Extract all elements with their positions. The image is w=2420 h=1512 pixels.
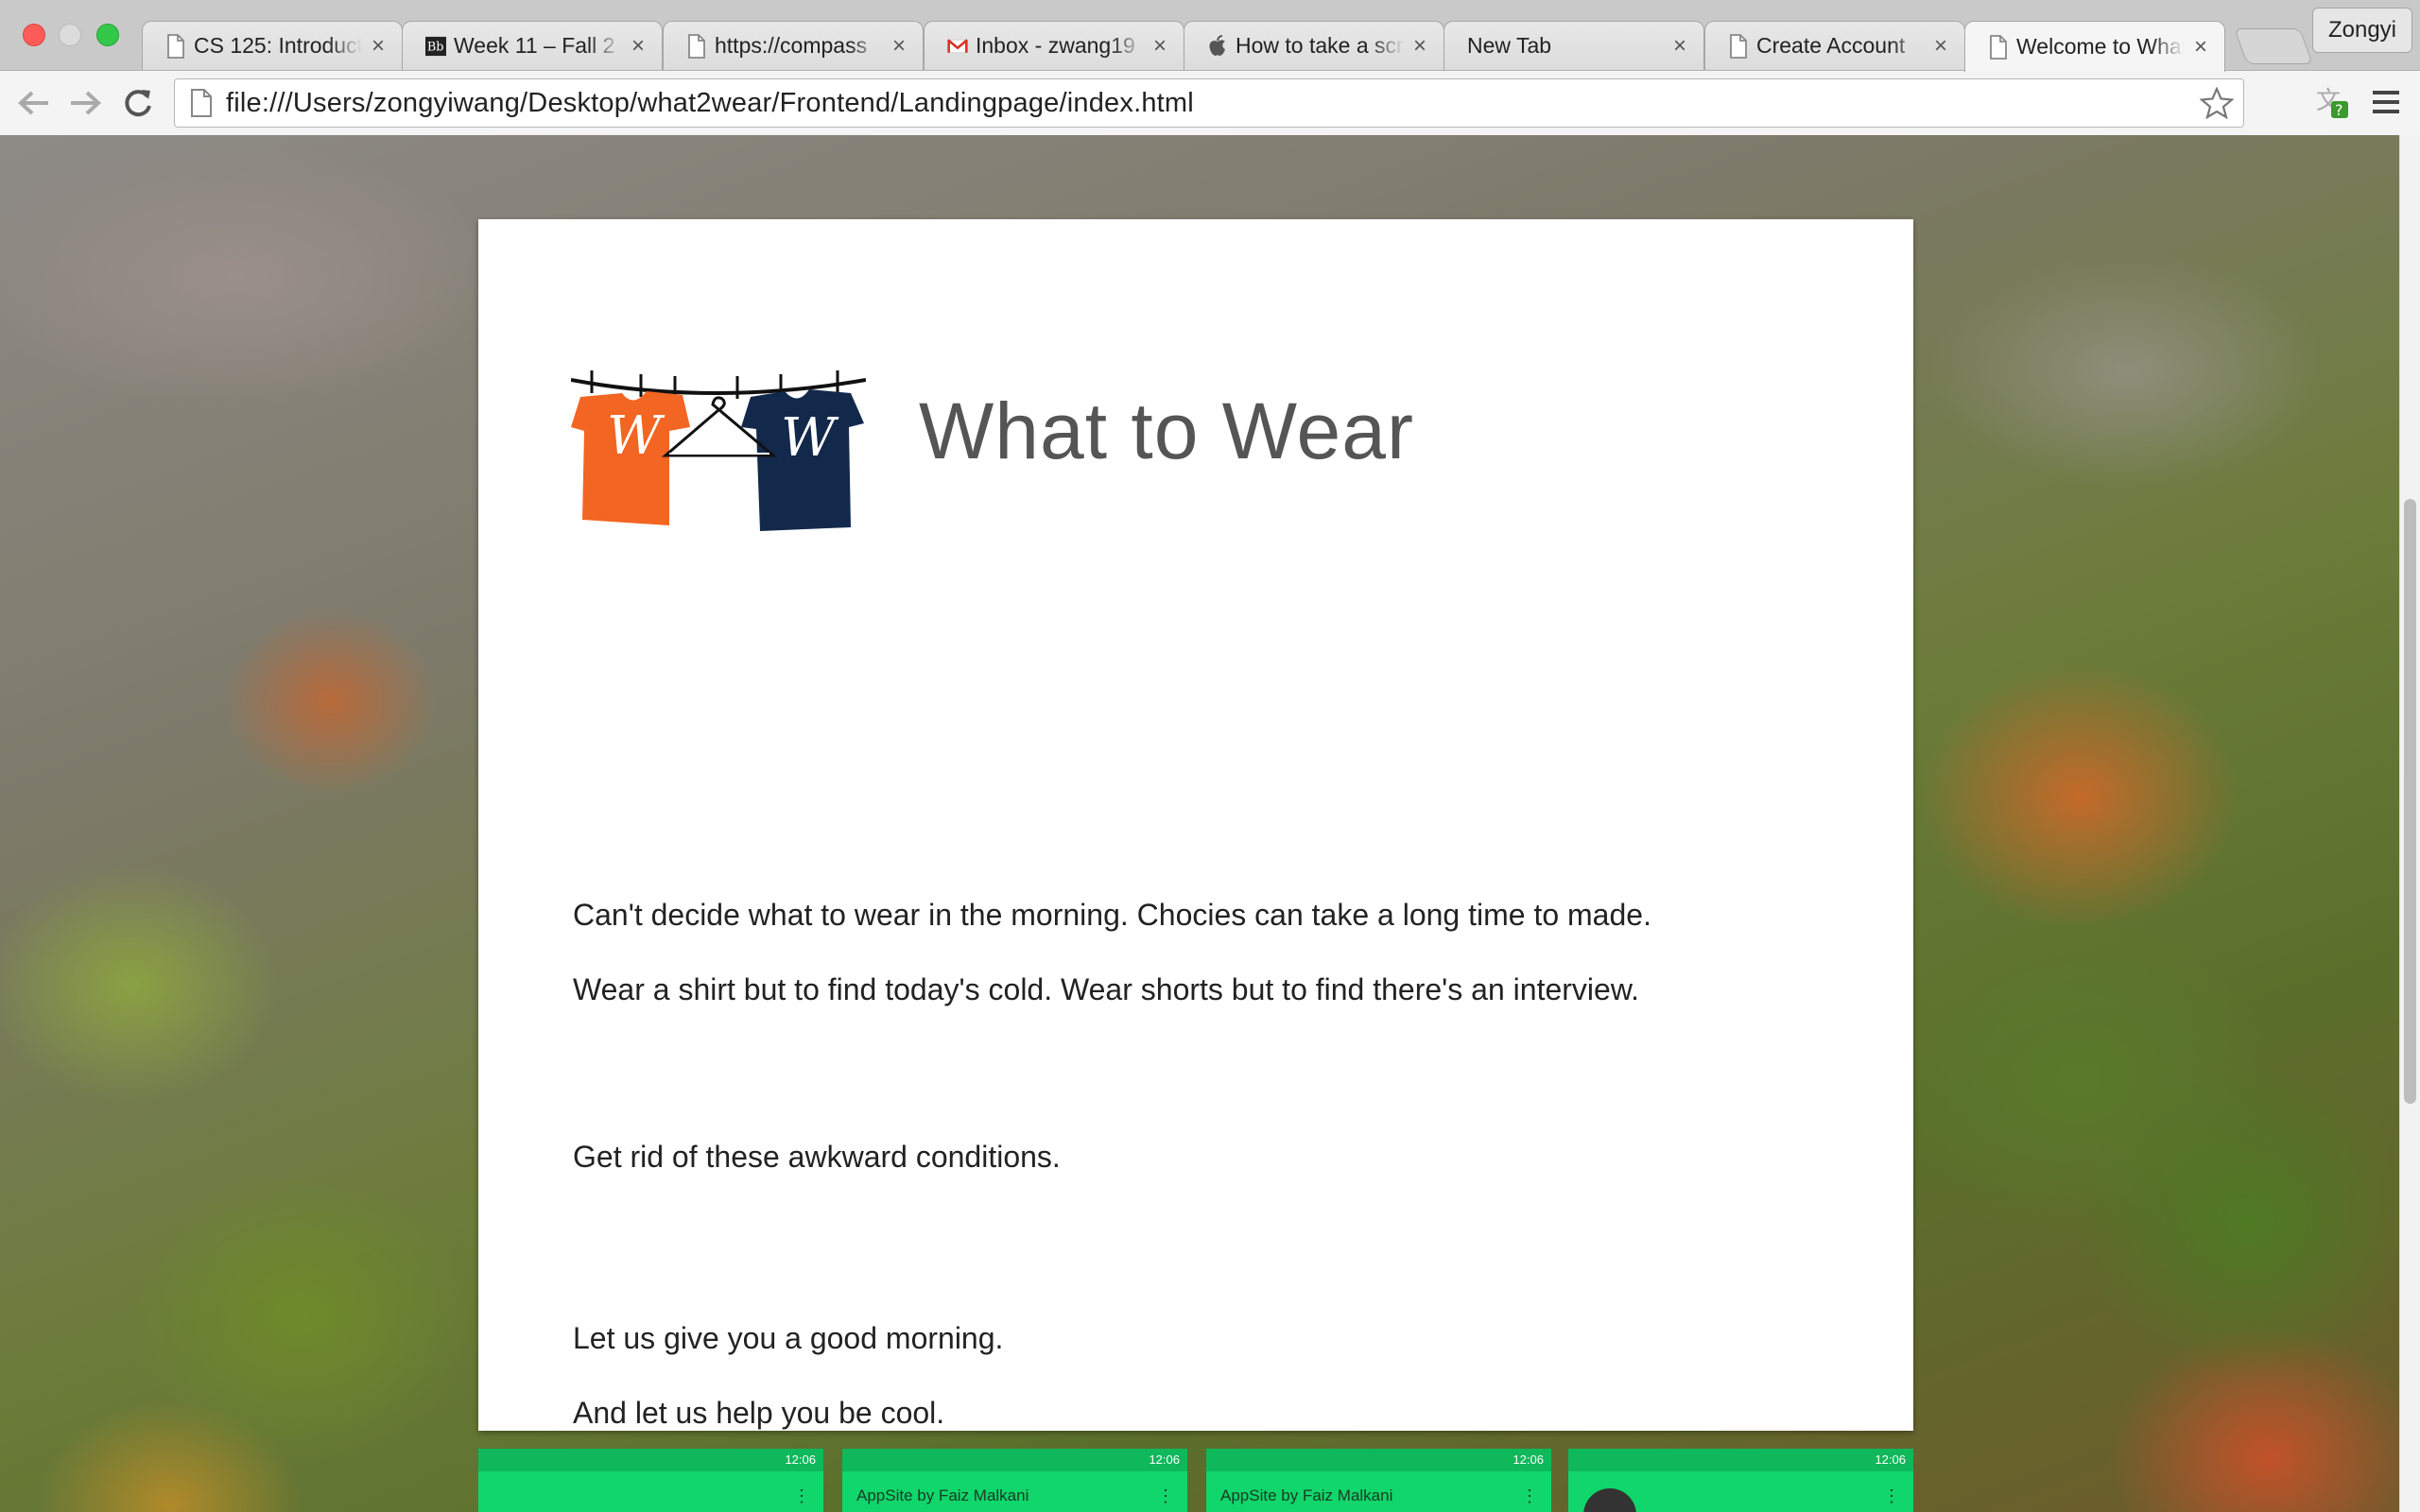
app-preview-1[interactable]: 12:06 ⋮: [478, 1449, 823, 1512]
intro-paragraph-5: And let us help you be cool.: [573, 1396, 945, 1430]
overflow-menu-icon: ⋮: [1157, 1486, 1174, 1505]
page-icon: [1988, 34, 2009, 60]
tab-close-icon[interactable]: ×: [889, 33, 909, 60]
back-button[interactable]: [15, 84, 53, 122]
app-preview-2[interactable]: 12:06 AppSite by Faiz Malkani ⋮: [842, 1449, 1187, 1512]
apple-icon: [1207, 34, 1228, 59]
status-bar: 12:06: [842, 1449, 1187, 1471]
overflow-menu-icon: ⋮: [1883, 1486, 1900, 1505]
app-preview-4[interactable]: 12:06 ⋮: [1568, 1449, 1913, 1512]
forward-button[interactable]: [66, 84, 104, 122]
intro-paragraph-2: Wear a shirt but to find today's cold. W…: [573, 972, 1640, 1006]
tab-4[interactable]: Inbox - zwang19 ×: [924, 21, 1184, 70]
reload-button[interactable]: [119, 84, 157, 122]
profile-name: Zongyi: [2327, 17, 2397, 43]
page-icon: [182, 89, 220, 117]
tab-close-icon[interactable]: ×: [2190, 34, 2211, 60]
tab-title: https://compass: [715, 33, 868, 58]
page-viewport: W W What to Wear Can't decide what to we…: [0, 135, 2420, 1512]
tab-title: Week 11 – Fall 2: [454, 33, 615, 58]
intro-paragraph-1: Can't decide what to wear in the morning…: [573, 898, 1651, 932]
page-title: What to Wear: [919, 387, 1414, 475]
vertical-scrollbar[interactable]: [2399, 135, 2420, 1512]
browser-chrome: CS 125: Introduction×BbWeek 11 – Fall 2×…: [0, 0, 2420, 135]
page-icon: [686, 33, 707, 59]
zoom-window-button[interactable]: [96, 24, 119, 46]
minimize-window-button[interactable]: [59, 24, 81, 46]
tab-title: Inbox - zwang19: [976, 33, 1135, 58]
intro-paragraph-4: Let us give you a good morning.: [573, 1321, 1004, 1355]
svg-text:Bb: Bb: [427, 40, 444, 54]
url-text[interactable]: file:///Users/zongyiwang/Desktop/what2we…: [226, 88, 1194, 119]
tab-title: Create Account: [1756, 33, 1906, 58]
tab-close-icon[interactable]: ×: [628, 33, 648, 60]
chrome-menu-icon[interactable]: [2371, 88, 2401, 116]
tab-title: CS 125: Introduction: [194, 33, 362, 58]
tab-title: Welcome to What to Wear: [2016, 34, 2185, 59]
tab-close-icon[interactable]: ×: [368, 33, 389, 60]
overflow-menu-icon: ⋮: [1521, 1486, 1538, 1505]
tab-1[interactable]: CS 125: Introduction×: [142, 21, 403, 70]
reload-icon: [125, 90, 151, 117]
preview-app-title: AppSite by Faiz Malkani: [1220, 1486, 1393, 1504]
scrollbar-thumb[interactable]: [2404, 499, 2416, 1104]
back-arrow-icon: [18, 91, 48, 115]
overflow-menu-icon: ⋮: [793, 1486, 810, 1505]
status-bar: 12:06: [1206, 1449, 1551, 1471]
profile-button[interactable]: Zongyi: [2312, 8, 2412, 53]
tab-6[interactable]: New Tab ×: [1443, 21, 1704, 70]
avatar: [1583, 1488, 1636, 1512]
new-tab-button[interactable]: [2234, 28, 2313, 64]
tab-close-icon[interactable]: ×: [1150, 33, 1170, 60]
page-icon: [1728, 33, 1749, 59]
preview-app-title: AppSite by Faiz Malkani: [856, 1486, 1029, 1504]
tab-3[interactable]: https://compass ×: [663, 21, 924, 70]
gmail-icon: [947, 34, 968, 59]
logo-letter-left: W: [607, 405, 666, 467]
address-bar[interactable]: file:///Users/zongyiwang/Desktop/what2we…: [174, 78, 2244, 128]
forward-arrow-icon: [71, 91, 101, 115]
app-preview-strip: 12:06 ⋮ 12:06 AppSite by Faiz Malkani ⋮ …: [478, 1449, 1913, 1512]
what-to-wear-logo: W W: [571, 370, 866, 531]
tab-5[interactable]: How to take a screenshot×: [1184, 21, 1444, 70]
page-icon: [165, 33, 186, 59]
intro-paragraph-3: Get rid of these awkward conditions.: [573, 1140, 1061, 1174]
tab-close-icon[interactable]: ×: [1409, 33, 1430, 60]
tab-close-icon[interactable]: ×: [1669, 33, 1690, 60]
app-preview-3[interactable]: 12:06 AppSite by Faiz Malkani ⋮: [1206, 1449, 1551, 1512]
blackboard-icon: Bb: [425, 34, 446, 59]
tab-7[interactable]: Create Account ×: [1704, 21, 1965, 70]
browser-toolbar: file:///Users/zongyiwang/Desktop/what2we…: [0, 70, 2420, 135]
tab-strip: CS 125: Introduction×BbWeek 11 – Fall 2×…: [0, 0, 2420, 72]
close-window-button[interactable]: [23, 24, 45, 46]
svg-text:?: ?: [2335, 101, 2343, 119]
tab-8[interactable]: Welcome to What to Wear×: [1964, 21, 2225, 72]
landing-card: W W What to Wear Can't decide what to we…: [478, 219, 1913, 1431]
logo-letter-right: W: [781, 407, 839, 469]
tab-2[interactable]: Bb Week 11 – Fall 2 ×: [402, 21, 663, 70]
translate-extension-icon[interactable]: 文?: [2314, 84, 2350, 122]
status-bar: 12:06: [478, 1449, 823, 1471]
bookmark-star-icon[interactable]: [2199, 86, 2235, 124]
status-bar: 12:06: [1568, 1449, 1913, 1471]
tab-title: How to take a screenshot: [1236, 33, 1404, 58]
tab-title: New Tab: [1467, 33, 1552, 58]
tab-close-icon[interactable]: ×: [1930, 33, 1951, 60]
